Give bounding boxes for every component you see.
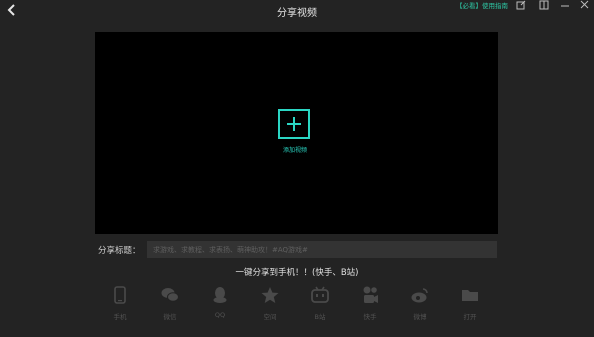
minimize-icon	[561, 5, 569, 7]
open-folder-button[interactable]: 打开	[454, 285, 486, 325]
weibo-icon	[410, 285, 430, 305]
kuaishou-icon	[360, 285, 380, 305]
external-link-icon	[516, 0, 526, 10]
share-wechat-button[interactable]: 微信	[154, 285, 186, 325]
share-target-label: 手机	[113, 313, 127, 321]
share-target-label: 微博	[413, 313, 427, 321]
add-video-button[interactable]: 添加视频	[277, 109, 317, 155]
folder-icon	[460, 285, 480, 305]
share-target-label: B站	[314, 313, 326, 321]
share-title-label: 分享标题：	[98, 246, 141, 256]
book-icon	[539, 0, 549, 10]
share-weibo-button[interactable]: 微博	[404, 285, 436, 325]
share-target-label: QQ	[214, 311, 226, 319]
share-target-label: 快手	[363, 313, 377, 321]
share-target-label: 打开	[463, 313, 477, 321]
title-bar: 分享视频 【必看】使用指南	[0, 0, 594, 22]
qq-icon	[210, 285, 230, 305]
qzone-icon	[260, 285, 280, 305]
share-qzone-button[interactable]: 空间	[254, 285, 286, 325]
phone-icon	[110, 285, 130, 305]
share-target-label: 空间	[263, 313, 277, 321]
wechat-icon	[160, 285, 180, 305]
share-target-label: 微信	[163, 313, 177, 321]
layout-button[interactable]	[537, 0, 551, 10]
share-qq-button[interactable]: QQ	[204, 285, 236, 325]
share-kuaishou-button[interactable]: 快手	[354, 285, 386, 325]
share-targets: 手机 微信 QQ 空间 B站 快手 微博 打开	[104, 285, 488, 325]
popout-button[interactable]	[514, 0, 528, 10]
add-icon	[278, 109, 310, 139]
close-icon	[580, 0, 589, 9]
video-preview-area: 添加视频	[95, 32, 498, 234]
share-phone-button[interactable]: 手机	[104, 285, 136, 325]
share-title-input[interactable]	[147, 241, 497, 258]
one-click-share-text: 一键分享到手机！！(快手、B站)	[235, 268, 359, 278]
share-bilibili-button[interactable]: B站	[304, 285, 336, 325]
minimize-button[interactable]	[558, 0, 572, 10]
bilibili-icon	[310, 285, 330, 305]
close-button[interactable]	[578, 0, 592, 10]
usage-guide-link[interactable]: 【必看】使用指南	[456, 0, 508, 10]
add-video-label: 添加视频	[282, 147, 307, 154]
